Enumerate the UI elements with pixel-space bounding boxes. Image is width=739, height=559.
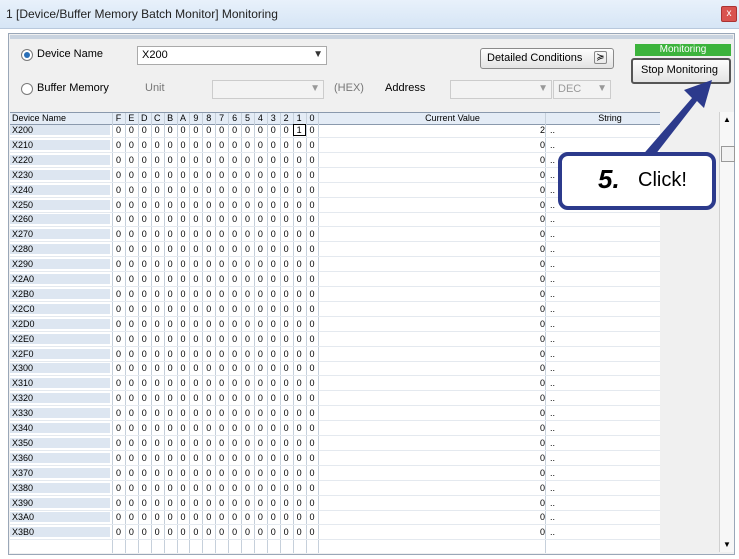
callout-step-number: 5.: [598, 164, 620, 194]
callout-arrow: [640, 80, 712, 164]
step-callout: 5. Click!: [558, 152, 716, 210]
callout-text: Click!: [638, 169, 687, 191]
